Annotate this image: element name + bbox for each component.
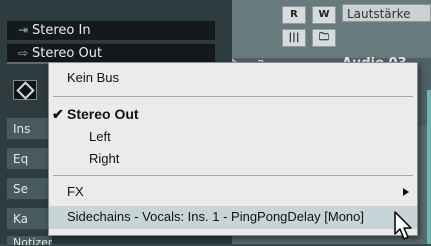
menu-item-label: Stereo Out <box>67 106 139 122</box>
menu-item-sidechain[interactable]: Sidechains - Vocals: Ins. 1 - PingPongDe… <box>49 206 417 229</box>
menu-item-stereo-out[interactable]: ✔ Stereo Out <box>49 103 417 125</box>
output-routing-field[interactable]: ⇨ Stereo Out <box>7 43 215 63</box>
write-automation-button[interactable]: W <box>312 6 336 24</box>
equalizers-section[interactable]: Eq <box>7 148 52 170</box>
mouse-cursor-icon <box>394 211 412 240</box>
read-automation-button[interactable]: R <box>282 6 306 24</box>
edit-button[interactable] <box>13 80 37 100</box>
menu-item-label: Kein Bus <box>67 70 120 85</box>
track-header-top: R W Lautstärke ||| 🗀 <box>232 0 431 58</box>
menu-item-label: Right <box>89 151 120 166</box>
menu-item-label: Left <box>89 129 111 144</box>
lanes-icon[interactable]: ||| <box>282 29 306 47</box>
menu-separator <box>53 96 413 97</box>
output-arrow-icon: ⇨ <box>17 46 29 60</box>
menu-item-label: Sidechains - Vocals: Ins. 1 - PingPongDe… <box>67 209 364 224</box>
notes-section[interactable]: Notizen <box>7 236 52 246</box>
sends-section[interactable]: Se <box>7 178 52 200</box>
input-arrow-icon: ⇥ <box>17 23 29 37</box>
submenu-arrow-icon <box>403 188 409 196</box>
input-routing-label: Stereo In <box>32 23 91 38</box>
menu-item-fx[interactable]: FX <box>49 181 417 203</box>
menu-separator <box>53 175 413 176</box>
diamond-icon <box>16 81 35 100</box>
menu-item-label: FX <box>67 184 84 199</box>
folder-icon[interactable]: 🗀 <box>312 29 336 47</box>
channel-section[interactable]: Ka <box>7 208 52 230</box>
volume-field[interactable]: Lautstärke <box>342 4 431 22</box>
inserts-section[interactable]: Ins <box>7 118 52 140</box>
menu-item-right[interactable]: Right <box>49 148 417 170</box>
menu-item-left[interactable]: Left <box>49 126 417 148</box>
input-routing-field[interactable]: ⇥ Stereo In <box>7 21 215 40</box>
output-routing-label: Stereo Out <box>32 46 103 61</box>
menu-item-no-bus[interactable]: Kein Bus <box>49 67 417 89</box>
output-routing-menu: Kein Bus ✔ Stereo Out Left Right FX Side… <box>48 62 418 236</box>
track-color-strip <box>427 90 431 244</box>
checkmark-icon: ✔ <box>52 106 64 122</box>
